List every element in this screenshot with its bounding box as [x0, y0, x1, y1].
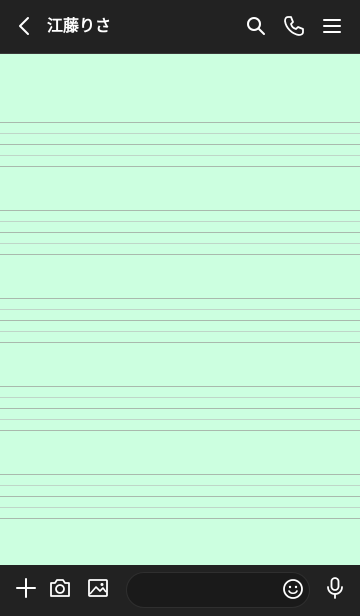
- staff-line: [0, 144, 360, 145]
- staff-line: [0, 507, 360, 508]
- contact-name: 江藤りさ: [47, 16, 112, 35]
- hamburger-menu-icon[interactable]: [321, 15, 343, 37]
- staff-line: [0, 485, 360, 486]
- staff-line: [0, 430, 360, 431]
- staff-line: [0, 419, 360, 420]
- staff-line: [0, 232, 360, 233]
- staff-line: [0, 133, 360, 134]
- top-bar: 江藤りさ: [0, 0, 360, 54]
- staff-line: [0, 155, 360, 156]
- staff-line: [0, 474, 360, 475]
- emoji-icon[interactable]: [282, 578, 304, 600]
- phone-icon[interactable]: [283, 15, 305, 37]
- camera-icon[interactable]: [48, 576, 72, 600]
- staff-line: [0, 496, 360, 497]
- staff-line: [0, 298, 360, 299]
- staff-line: [0, 221, 360, 222]
- plus-icon[interactable]: [14, 576, 38, 600]
- staff-line: [0, 309, 360, 310]
- chat-background: [0, 54, 360, 565]
- staff-line: [0, 331, 360, 332]
- staff-line: [0, 320, 360, 321]
- staff-line: [0, 254, 360, 255]
- search-icon[interactable]: [245, 15, 267, 37]
- staff-line: [0, 386, 360, 387]
- staff-line: [0, 342, 360, 343]
- microphone-icon[interactable]: [323, 576, 347, 600]
- staff-line: [0, 210, 360, 211]
- staff-line: [0, 518, 360, 519]
- staff-line: [0, 166, 360, 167]
- staff-line: [0, 243, 360, 244]
- staff-line: [0, 122, 360, 123]
- staff-line: [0, 397, 360, 398]
- image-icon[interactable]: [86, 576, 110, 600]
- chevron-left-icon[interactable]: [14, 15, 36, 37]
- staff-line: [0, 408, 360, 409]
